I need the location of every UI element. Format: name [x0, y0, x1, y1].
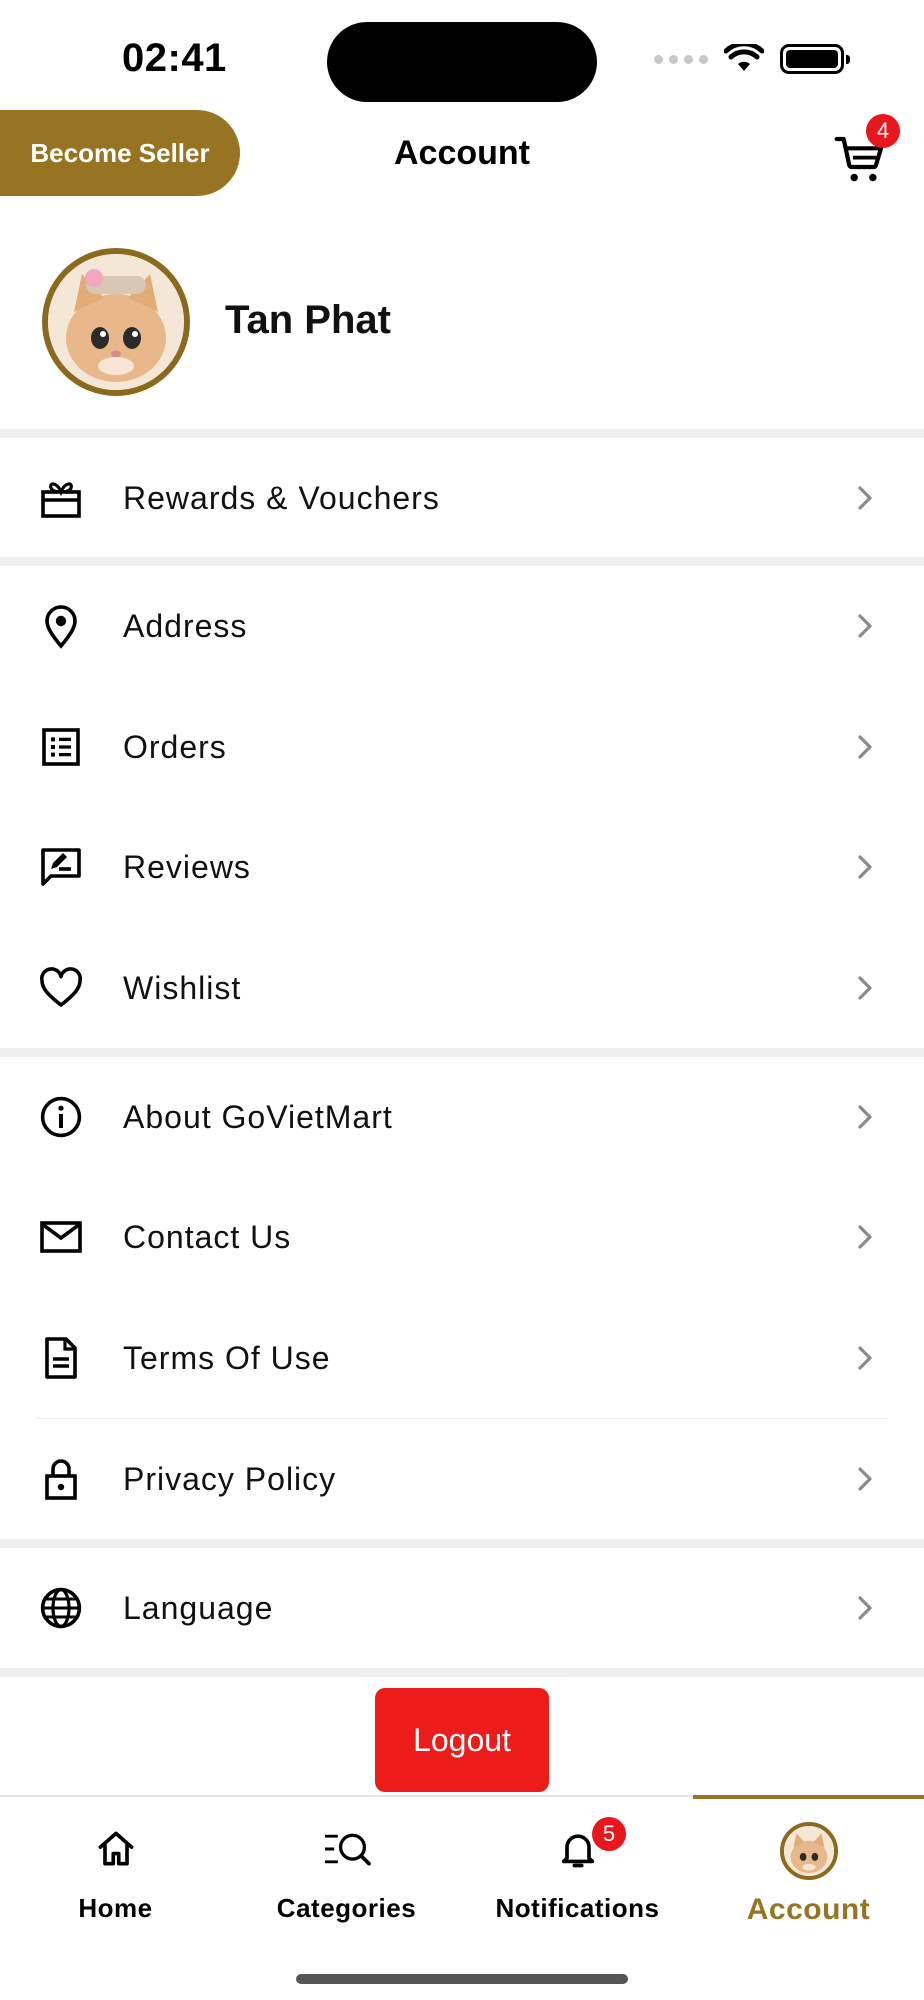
- lock-icon: [36, 1454, 86, 1504]
- header: Become Seller Account 4: [0, 110, 924, 196]
- section-divider: [0, 1668, 924, 1677]
- notification-count-badge: 5: [592, 1817, 626, 1851]
- tab-categories[interactable]: Categories: [231, 1797, 462, 1947]
- menu-item-contact[interactable]: Contact Us: [0, 1177, 924, 1297]
- tab-home[interactable]: Home: [0, 1797, 231, 1947]
- cart-count-badge: 4: [866, 114, 900, 148]
- menu-item-label: Wishlist: [123, 969, 242, 1006]
- menu-item-rewards[interactable]: Rewards & Vouchers: [0, 438, 924, 558]
- mail-icon: [36, 1212, 86, 1262]
- chevron-right-icon: [858, 735, 872, 759]
- menu-item-reviews[interactable]: Reviews: [0, 807, 924, 927]
- tab-notifications[interactable]: Notifications: [462, 1797, 693, 1947]
- chevron-right-icon: [858, 614, 872, 638]
- location-pin-icon: [36, 601, 86, 651]
- chevron-right-icon: [858, 1225, 872, 1249]
- chevron-right-icon: [858, 976, 872, 1000]
- cellular-signal-icon: [654, 54, 708, 64]
- status-time: 02:41: [122, 36, 227, 80]
- status-icons: [654, 44, 850, 74]
- menu-item-label: Rewards & Vouchers: [123, 479, 440, 516]
- menu-item-address[interactable]: Address: [0, 566, 924, 686]
- section-divider: [0, 1048, 924, 1057]
- menu-item-label: Orders: [123, 728, 227, 765]
- profile-name: Tan Phat: [225, 298, 391, 342]
- menu-item-wishlist[interactable]: Wishlist: [0, 928, 924, 1048]
- cat-avatar-image: [48, 254, 184, 390]
- section-divider: [0, 429, 924, 438]
- chevron-right-icon: [858, 1596, 872, 1620]
- heart-icon: [36, 963, 86, 1013]
- section-divider: [0, 1539, 924, 1548]
- status-bar: 02:41: [0, 0, 924, 110]
- menu-item-label: Privacy Policy: [123, 1460, 337, 1497]
- menu-item-privacy[interactable]: Privacy Policy: [0, 1419, 924, 1539]
- tab-label: Home: [78, 1893, 153, 1923]
- review-icon: [36, 842, 86, 892]
- profile-section[interactable]: Tan Phat: [0, 232, 924, 432]
- chevron-right-icon: [858, 855, 872, 879]
- list-icon: [36, 722, 86, 772]
- become-seller-button[interactable]: Become Seller: [0, 110, 240, 196]
- dynamic-island: [327, 22, 597, 102]
- tab-label: Account: [746, 1893, 871, 1926]
- info-icon: [36, 1092, 86, 1142]
- avatar: [779, 1822, 838, 1880]
- chevron-right-icon: [858, 1105, 872, 1129]
- menu-item-terms[interactable]: Terms Of Use: [0, 1298, 924, 1418]
- menu-item-label: Terms Of Use: [123, 1339, 331, 1376]
- menu-item-label: Reviews: [123, 848, 251, 885]
- tab-label: Notifications: [495, 1893, 660, 1923]
- menu-item-label: Language: [123, 1589, 274, 1626]
- avatar[interactable]: [42, 248, 190, 396]
- tab-account[interactable]: Account: [693, 1795, 924, 1945]
- menu-item-orders[interactable]: Orders: [0, 687, 924, 807]
- menu-item-about[interactable]: About GoVietMart: [0, 1057, 924, 1177]
- menu-item-label: Contact Us: [123, 1218, 292, 1255]
- account-avatar-icon: [779, 1821, 839, 1881]
- home-icon: [86, 1819, 146, 1879]
- section-divider: [0, 557, 924, 566]
- gift-icon: [36, 473, 86, 523]
- battery-icon: [780, 44, 850, 74]
- menu-item-language[interactable]: Language: [0, 1548, 924, 1668]
- logout-button[interactable]: Logout: [375, 1688, 549, 1792]
- bottom-nav: Home Categories Notifications 5 Account: [0, 1795, 924, 2000]
- cart-button[interactable]: 4: [828, 114, 900, 190]
- tab-label: Categories: [276, 1893, 417, 1923]
- wifi-icon: [724, 44, 764, 71]
- globe-icon: [36, 1583, 86, 1633]
- chevron-right-icon: [858, 486, 872, 510]
- category-search-icon: [317, 1819, 377, 1879]
- home-indicator[interactable]: [296, 1974, 628, 1984]
- menu-item-label: Address: [123, 607, 248, 644]
- chevron-right-icon: [858, 1467, 872, 1491]
- chevron-right-icon: [858, 1346, 872, 1370]
- document-icon: [36, 1333, 86, 1383]
- menu-item-label: About GoVietMart: [123, 1098, 393, 1135]
